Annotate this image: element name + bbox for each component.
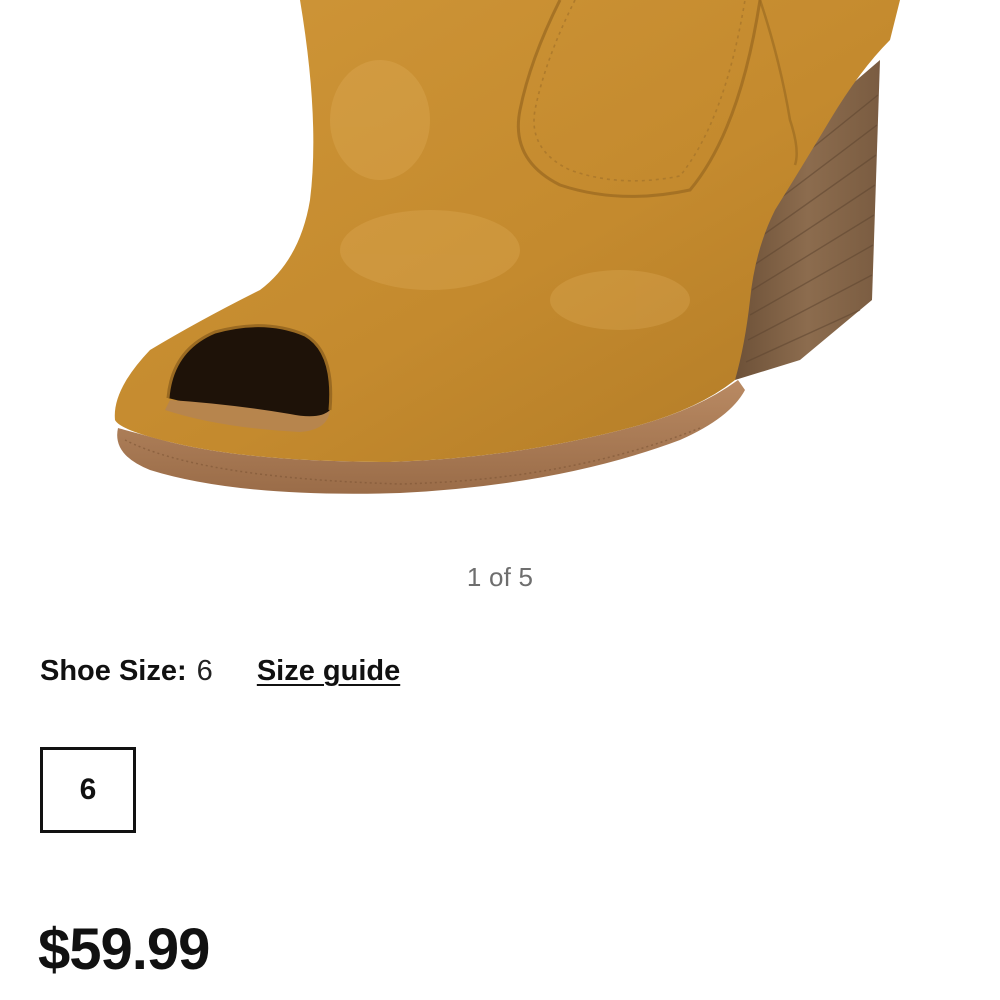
shoe-size-label: Shoe Size [40,655,177,687]
size-option-6[interactable]: 6 [40,747,136,833]
product-price: $59.99 [38,917,210,982]
shoe-size-row: Shoe Size:6 Size guide [40,655,400,688]
product-image[interactable] [0,0,1000,540]
size-guide-link[interactable]: Size guide [257,655,400,688]
shoe-size-colon: : [177,655,187,687]
shoe-size-selected-value: 6 [196,655,213,687]
image-pager: 1 of 5 [466,562,534,592]
